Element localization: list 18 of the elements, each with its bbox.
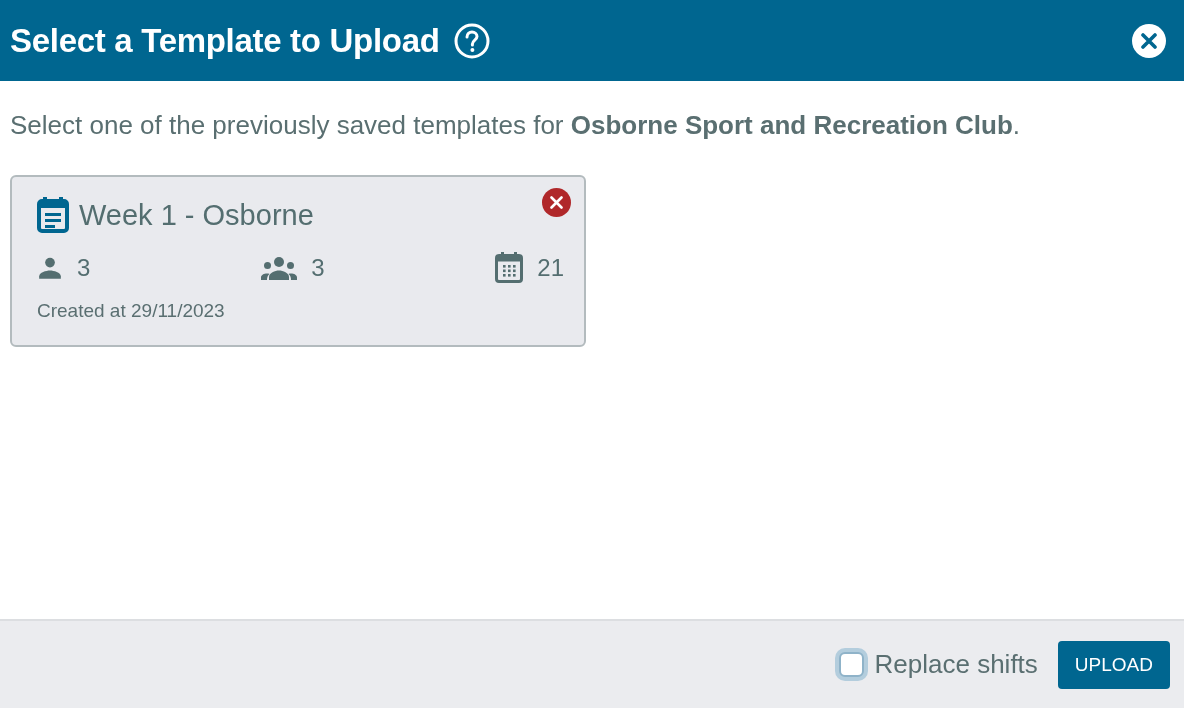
stat-value: 3 bbox=[77, 253, 91, 282]
intro-text: Select one of the previously saved templates for Osborne Sport and Recreation Club. bbox=[10, 110, 1021, 140]
template-card[interactable]: Week 1 - Osborne 3 3 21 Created at 29/11/2023 bbox=[10, 175, 586, 347]
close-button[interactable] bbox=[1132, 23, 1166, 58]
help-icon[interactable] bbox=[453, 22, 490, 59]
close-icon bbox=[550, 196, 563, 209]
stat-value: 3 bbox=[311, 253, 325, 282]
dialog-title: Select a Template to Upload bbox=[10, 21, 440, 60]
stat-value: 21 bbox=[537, 253, 564, 282]
group-icon bbox=[261, 255, 298, 280]
calendar-note-icon bbox=[37, 197, 69, 233]
created-date: Created at 29/11/2023 bbox=[37, 300, 225, 322]
close-icon bbox=[1141, 32, 1157, 49]
calendar-icon bbox=[495, 252, 524, 283]
template-name: Week 1 - Osborne bbox=[79, 198, 314, 232]
upload-button[interactable]: UPLOAD bbox=[1057, 640, 1170, 689]
delete-button[interactable] bbox=[542, 188, 571, 217]
checkbox-label: Replace shifts bbox=[874, 649, 1038, 680]
